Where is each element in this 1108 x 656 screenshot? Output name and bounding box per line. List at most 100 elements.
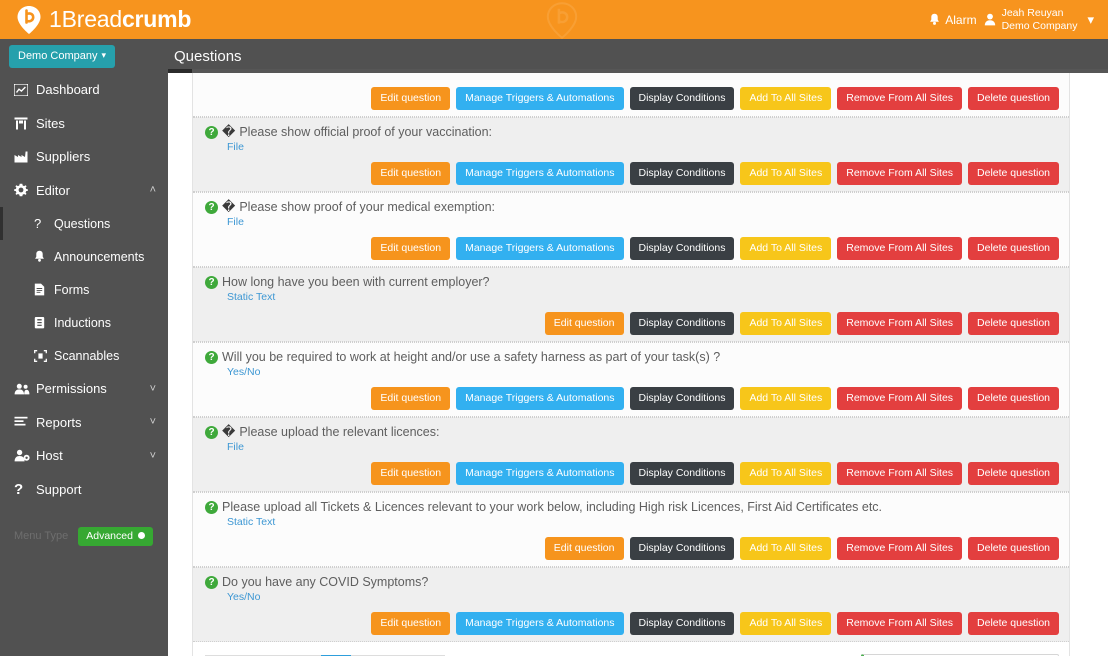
question-type-label[interactable]: Static Text — [227, 291, 1059, 304]
remove-from-all-sites-button[interactable]: Remove From All Sites — [837, 237, 963, 260]
menu-type-toggle[interactable]: Advanced — [78, 526, 153, 546]
edit-question-button[interactable]: Edit question — [371, 387, 451, 410]
unknown-glyph-icon: � — [222, 424, 236, 439]
remove-from-all-sites-button[interactable]: Remove From All Sites — [837, 87, 963, 110]
sidebar-item-sites[interactable]: Sites — [0, 107, 168, 141]
question-type-label[interactable]: Yes/No — [227, 366, 1059, 379]
sidebar-item-host[interactable]: Host ˅ — [0, 439, 168, 473]
alarm-label: Alarm — [945, 12, 977, 27]
sidebar-item-scannables[interactable]: Scannables — [0, 339, 168, 372]
company-selector-button[interactable]: Demo Company ▾ — [9, 44, 116, 68]
sidebar-item-support[interactable]: ? Support — [0, 473, 168, 507]
scan-icon — [34, 349, 54, 362]
help-icon[interactable]: ? — [205, 201, 218, 214]
question-type-label[interactable]: File — [227, 441, 1059, 454]
manage-triggers-button[interactable]: Manage Triggers & Automations — [456, 237, 624, 260]
sidebar-item-label: Inductions — [54, 315, 111, 330]
remove-from-all-sites-button[interactable]: Remove From All Sites — [837, 312, 963, 335]
display-conditions-button[interactable]: Display Conditions — [629, 162, 735, 185]
delete-question-button[interactable]: Delete question — [968, 537, 1059, 560]
add-to-all-sites-button[interactable]: Add To All Sites — [740, 312, 832, 335]
sidebar-item-inductions[interactable]: Inductions — [0, 306, 168, 339]
question-actions: Edit question Display Conditions Add To Al… — [205, 312, 1059, 335]
sidebar-item-label: Dashboard — [36, 82, 100, 98]
display-conditions-button[interactable]: Display Conditions — [629, 537, 735, 560]
question-row: ? � Please upload the relevant licences: Fi… — [193, 417, 1069, 492]
manage-triggers-button[interactable]: Manage Triggers & Automations — [456, 162, 624, 185]
help-icon[interactable]: ? — [205, 351, 218, 364]
question-actions: Edit question Manage Triggers & Automatio… — [205, 462, 1059, 485]
question-type-label[interactable]: Yes/No — [227, 591, 1059, 604]
edit-question-button[interactable]: Edit question — [544, 312, 624, 335]
question-row: ? � Please show official proof of your vac… — [193, 117, 1069, 192]
display-conditions-button[interactable]: Display Conditions — [629, 612, 735, 635]
display-conditions-button[interactable]: Display Conditions — [629, 237, 735, 260]
add-to-all-sites-button[interactable]: Add To All Sites — [740, 387, 832, 410]
add-to-all-sites-button[interactable]: Add To All Sites — [740, 537, 832, 560]
sidebar-item-permissions[interactable]: Permissions ˅ — [0, 372, 168, 406]
edit-question-button[interactable]: Edit question — [371, 462, 451, 485]
sidebar-item-editor[interactable]: Editor ˄ — [0, 174, 168, 208]
questions-panel: 1Breadcrumb Edit questionManage Triggers… — [192, 73, 1070, 656]
help-icon[interactable]: ? — [205, 501, 218, 514]
chevron-down-icon[interactable]: ▾ — [1087, 12, 1094, 28]
menu-type-value: Advanced — [86, 529, 133, 542]
question-actions: Edit question Manage Triggers & Automatio… — [205, 162, 1059, 185]
sidebar-item-reports[interactable]: Reports ˅ — [0, 406, 168, 440]
manage-triggers-button[interactable]: Manage Triggers & Automations — [456, 462, 624, 485]
display-conditions-button[interactable]: Display Conditions — [629, 87, 735, 110]
edit-question-button[interactable]: Edit question — [371, 237, 451, 260]
display-conditions-button[interactable]: Display Conditions — [629, 387, 735, 410]
manage-triggers-button[interactable]: Manage Triggers & Automations — [456, 612, 624, 635]
help-icon[interactable]: ? — [205, 426, 218, 439]
question-actions: Edit question Manage Triggers & Automatio… — [205, 612, 1059, 635]
unknown-glyph-icon: � — [222, 124, 236, 139]
question-type-label[interactable]: File — [227, 141, 1059, 154]
remove-from-all-sites-button[interactable]: Remove From All Sites — [837, 462, 963, 485]
sidebar-item-dashboard[interactable]: Dashboard — [0, 73, 168, 107]
question-row: ? Do you have any COVID Symptoms? Yes/No Ed… — [193, 567, 1069, 642]
alarm-button[interactable]: Alarm — [929, 12, 977, 27]
delete-question-button[interactable]: Delete question — [968, 612, 1059, 635]
display-conditions-button[interactable]: Display Conditions — [629, 462, 735, 485]
help-icon[interactable]: ? — [205, 576, 218, 589]
brand-logo-link[interactable]: 1Breadcrumb — [16, 0, 191, 39]
manage-triggers-button[interactable]: Manage Triggers & Automations — [456, 87, 624, 110]
delete-question-button[interactable]: Delete question — [968, 162, 1059, 185]
question-type-label[interactable]: File — [227, 216, 1059, 229]
delete-question-button[interactable]: Delete question — [968, 312, 1059, 335]
delete-question-button[interactable]: Delete question — [968, 387, 1059, 410]
edit-question-button[interactable]: Edit question — [371, 612, 451, 635]
help-icon[interactable]: ? — [205, 276, 218, 289]
add-to-all-sites-button[interactable]: Add To All Sites — [740, 612, 832, 635]
delete-question-button[interactable]: Delete question — [968, 462, 1059, 485]
edit-question-button[interactable]: Edit question — [371, 87, 451, 110]
remove-from-all-sites-button[interactable]: Remove From All Sites — [837, 612, 963, 635]
remove-from-all-sites-button[interactable]: Remove From All Sites — [837, 537, 963, 560]
delete-question-button[interactable]: Delete question — [968, 87, 1059, 110]
unknown-glyph-icon: � — [222, 199, 236, 214]
tab-active-underline — [168, 69, 192, 73]
delete-question-button[interactable]: Delete question — [968, 237, 1059, 260]
users-icon — [14, 383, 36, 395]
tab-questions[interactable]: Questions — [174, 48, 242, 65]
factory-icon — [14, 151, 36, 163]
sidebar-item-forms[interactable]: Forms — [0, 273, 168, 306]
sidebar-item-questions[interactable]: ? Questions — [0, 207, 168, 240]
manage-triggers-button[interactable]: Manage Triggers & Automations — [456, 387, 624, 410]
remove-from-all-sites-button[interactable]: Remove From All Sites — [837, 162, 963, 185]
edit-question-button[interactable]: Edit question — [371, 162, 451, 185]
sidebar-item-suppliers[interactable]: Suppliers — [0, 140, 168, 174]
question-type-label[interactable]: Static Text — [227, 516, 1059, 529]
add-to-all-sites-button[interactable]: Add To All Sites — [740, 237, 832, 260]
help-icon[interactable]: ? — [205, 126, 218, 139]
add-to-all-sites-button[interactable]: Add To All Sites — [740, 87, 832, 110]
question-actions: Edit question Manage Triggers & Automatio… — [205, 87, 1059, 110]
sidebar-item-announcements[interactable]: Announcements — [0, 240, 168, 273]
display-conditions-button[interactable]: Display Conditions — [629, 312, 735, 335]
remove-from-all-sites-button[interactable]: Remove From All Sites — [837, 387, 963, 410]
user-menu[interactable]: Jeah Reuyan Demo Company ▾ — [984, 7, 1100, 32]
add-to-all-sites-button[interactable]: Add To All Sites — [740, 162, 832, 185]
add-to-all-sites-button[interactable]: Add To All Sites — [740, 462, 832, 485]
edit-question-button[interactable]: Edit question — [544, 537, 624, 560]
